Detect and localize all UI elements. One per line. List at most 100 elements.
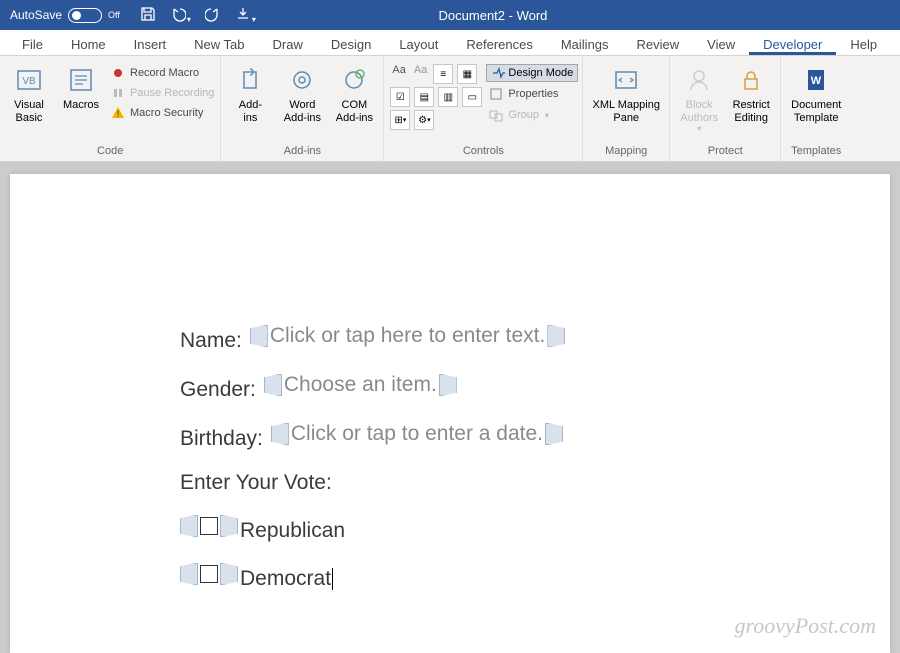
word-doc-icon: W <box>800 64 832 96</box>
combobox-control-icon[interactable]: ▤ <box>414 87 434 107</box>
record-macro-button[interactable]: Record Macro <box>108 64 216 82</box>
gender-placeholder[interactable]: Choose an item. <box>282 373 439 397</box>
group-templates: WDocument Template Templates <box>781 56 851 161</box>
document-title: Document2 - Word <box>266 8 900 23</box>
macros-button[interactable]: Macros <box>56 62 106 114</box>
document-page[interactable]: Name: Click or tap here to enter text. G… <box>10 174 890 653</box>
save-icon[interactable] <box>140 6 156 25</box>
tab-view[interactable]: View <box>693 33 749 55</box>
cc-handle-icon[interactable] <box>439 374 457 396</box>
checkbox-icon[interactable] <box>200 565 218 583</box>
lock-icon <box>735 64 767 96</box>
cc-handle-icon[interactable] <box>264 374 282 396</box>
visual-basic-button[interactable]: VB Visual Basic <box>4 62 54 126</box>
name-placeholder[interactable]: Click or tap here to enter text. <box>268 324 547 348</box>
toggle-switch-icon[interactable] <box>68 8 102 23</box>
group-controls: Aa Aa ≡ ▦ ☑ ▤ ▥ ▭ ⊞▾ ⚙▾ Design Mode <box>384 56 583 161</box>
checkbox-control-icon[interactable]: ☑ <box>390 87 410 107</box>
cc-handle-icon[interactable] <box>271 423 289 445</box>
block-authors-button: Block Authors▾ <box>674 62 724 135</box>
autosave-state: Off <box>108 10 120 20</box>
group-code: VB Visual Basic Macros Record Macro Paus… <box>0 56 221 161</box>
option2-label: Democrat <box>240 567 333 591</box>
gender-label: Gender: <box>180 378 256 402</box>
name-label: Name: <box>180 329 242 353</box>
name-content-control[interactable]: Click or tap here to enter text. <box>250 324 565 348</box>
tab-layout[interactable]: Layout <box>385 33 452 55</box>
macro-security-button[interactable]: !Macro Security <box>108 104 216 122</box>
gender-content-control[interactable]: Choose an item. <box>264 373 457 397</box>
ribbon-tabs: File Home Insert New Tab Draw Design Lay… <box>0 30 900 56</box>
group-label: Templates <box>785 143 847 161</box>
group-icon <box>488 107 504 123</box>
cc-handle-icon[interactable] <box>180 563 198 585</box>
tab-insert[interactable]: Insert <box>120 33 181 55</box>
gear-icon <box>286 64 318 96</box>
tab-help[interactable]: Help <box>836 33 891 55</box>
tab-draw[interactable]: Draw <box>259 33 317 55</box>
checkbox-icon[interactable] <box>200 517 218 535</box>
xml-mapping-icon <box>610 64 642 96</box>
warning-icon: ! <box>110 105 126 121</box>
record-icon <box>110 65 126 81</box>
svg-text:W: W <box>811 75 822 87</box>
vote-option-2: Democrat <box>180 563 890 591</box>
group-mapping: XML Mapping Pane Mapping <box>583 56 670 161</box>
tab-developer[interactable]: Developer <box>749 33 836 55</box>
page-area: Name: Click or tap here to enter text. G… <box>0 162 900 653</box>
picture-control-icon[interactable]: ▦ <box>457 64 477 84</box>
cc-handle-icon[interactable] <box>220 515 238 537</box>
redo-icon[interactable] <box>205 6 221 25</box>
cc-handle-icon[interactable] <box>250 325 268 347</box>
cc-handle-icon[interactable] <box>545 423 563 445</box>
restrict-editing-button[interactable]: Restrict Editing <box>726 62 776 126</box>
cc-handle-icon[interactable] <box>180 515 198 537</box>
addins-button[interactable]: Add- ins <box>225 62 275 126</box>
tab-file[interactable]: File <box>8 33 57 55</box>
document-template-button[interactable]: WDocument Template <box>785 62 847 126</box>
tab-home[interactable]: Home <box>57 33 120 55</box>
field-gender: Gender: Choose an item. <box>180 373 890 402</box>
vote-option-1: Republican <box>180 515 890 543</box>
birthday-content-control[interactable]: Click or tap to enter a date. <box>271 422 563 446</box>
birthday-placeholder[interactable]: Click or tap to enter a date. <box>289 422 545 446</box>
date-control-icon[interactable]: ▭ <box>462 87 482 107</box>
dropdown-control-icon[interactable]: ▥ <box>438 87 458 107</box>
richtext-control-icon[interactable]: ≡ <box>433 64 453 84</box>
addins-icon <box>234 64 266 96</box>
group-label: Code <box>4 143 216 161</box>
legacy-control-icon[interactable]: ⚙▾ <box>414 110 434 130</box>
properties-button[interactable]: Properties <box>486 85 578 103</box>
ribbon: VB Visual Basic Macros Record Macro Paus… <box>0 56 900 162</box>
block-authors-icon <box>683 64 715 96</box>
vote-label: Enter Your Vote: <box>180 471 332 495</box>
cc-handle-icon[interactable] <box>220 563 238 585</box>
option1-label: Republican <box>240 519 345 543</box>
checkbox-control-2[interactable] <box>180 563 238 585</box>
design-mode-button[interactable]: Design Mode <box>486 64 578 82</box>
xml-mapping-button[interactable]: XML Mapping Pane <box>587 62 665 126</box>
customize-icon[interactable]: ▾ <box>235 6 256 25</box>
quick-access-toolbar: ▾ ▾ <box>130 6 266 25</box>
com-addins-icon <box>338 64 370 96</box>
undo-icon[interactable]: ▾ <box>170 6 191 25</box>
field-birthday: Birthday: Click or tap to enter a date. <box>180 422 890 451</box>
autosave-toggle[interactable]: AutoSave Off <box>0 8 130 23</box>
tab-mailings[interactable]: Mailings <box>547 33 623 55</box>
cc-handle-icon[interactable] <box>547 325 565 347</box>
tab-design[interactable]: Design <box>317 33 385 55</box>
vote-heading: Enter Your Vote: <box>180 471 890 495</box>
word-addins-button[interactable]: Word Add-ins <box>277 62 327 126</box>
pause-recording-button: Pause Recording <box>108 84 216 102</box>
titlebar: AutoSave Off ▾ ▾ Document2 - Word <box>0 0 900 30</box>
properties-icon <box>488 86 504 102</box>
group-protect: Block Authors▾ Restrict Editing Protect <box>670 56 781 161</box>
tab-references[interactable]: References <box>452 33 546 55</box>
checkbox-control-1[interactable] <box>180 515 238 537</box>
tab-review[interactable]: Review <box>623 33 694 55</box>
group-label: Add-ins <box>225 143 379 161</box>
group-addins: Add- ins Word Add-ins COM Add-ins Add-in… <box>221 56 384 161</box>
com-addins-button[interactable]: COM Add-ins <box>329 62 379 126</box>
tab-new[interactable]: New Tab <box>180 33 258 55</box>
repeating-control-icon[interactable]: ⊞▾ <box>390 110 410 130</box>
